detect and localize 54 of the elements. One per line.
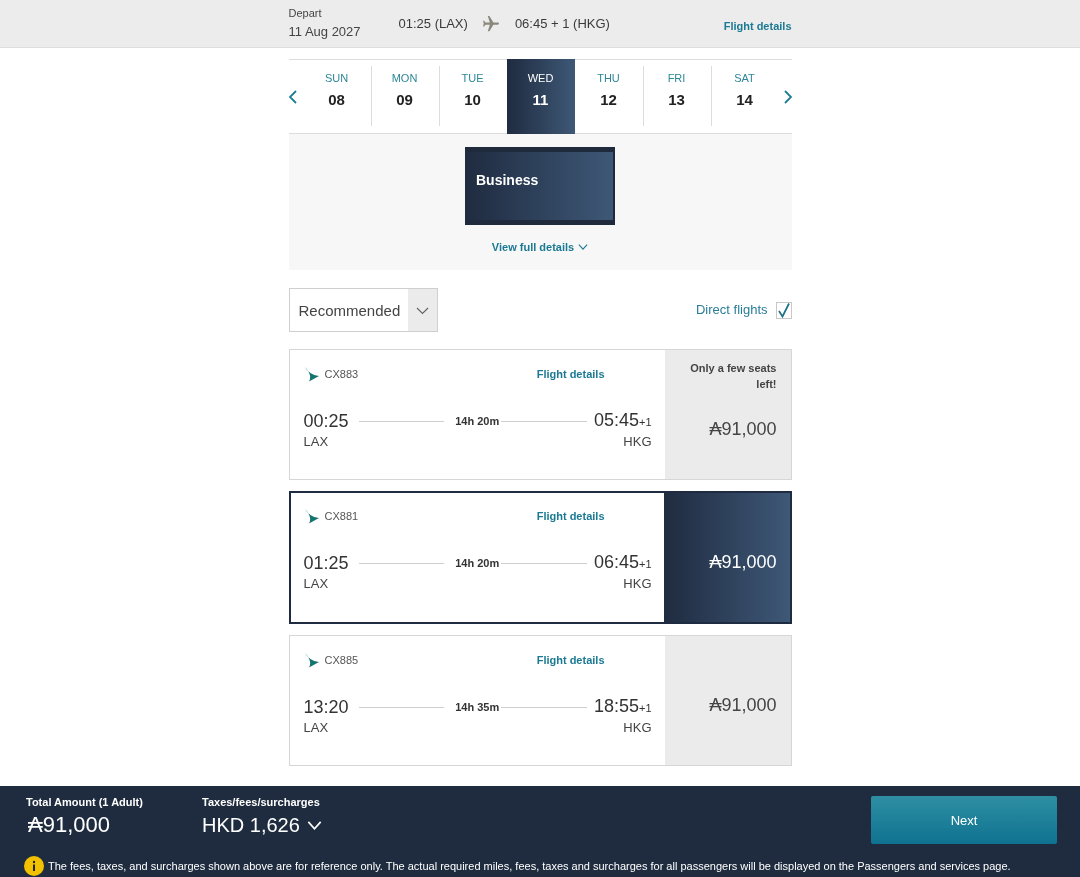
departure-time: 00:25 <box>303 410 349 432</box>
fare-price: ₳91,000 <box>709 550 777 573</box>
departure-time: 01:25 <box>303 552 349 574</box>
flight-number: CX885 <box>324 653 359 667</box>
fees-notice: The fees, taxes, and surcharges shown above are for reference only. The actual required miles, fees, taxes and surcharges for all passengers will be displayed on the Passengers and services page. <box>48 859 1011 873</box>
date-tab[interactable]: SUN 08 <box>302 60 371 133</box>
depart-label: Depart <box>288 6 323 20</box>
arrival-time: 18:55+1 <box>593 695 652 718</box>
origin-code: LAX <box>303 720 329 736</box>
seats-notice: Only a few seats left! <box>689 361 777 392</box>
origin-code: LAX <box>303 434 329 450</box>
date-tab[interactable]: THU 12 <box>574 60 643 133</box>
taxes-toggle[interactable]: HKD 1,626 <box>202 812 322 838</box>
cabin-option[interactable]: Business <box>465 147 615 225</box>
airplane-icon <box>482 15 499 32</box>
taxes-label: Taxes/fees/surcharges <box>202 795 320 809</box>
flight-number: CX881 <box>324 509 359 523</box>
caret-down-icon <box>578 244 589 250</box>
date-tab[interactable]: WED 11 <box>506 59 575 134</box>
chevron-right-icon[interactable] <box>783 89 792 104</box>
flight-duration: 14h 35m <box>455 701 500 713</box>
arrival-time: 06:45+1 <box>593 551 652 574</box>
departure-time: 13:20 <box>303 696 349 718</box>
sort-dropdown[interactable]: Recommended <box>288 288 438 332</box>
next-button[interactable]: Next <box>871 796 1057 844</box>
flight-duration: 14h 20m <box>455 557 500 569</box>
view-details-link[interactable]: View full details <box>491 240 589 254</box>
chevron-down-icon <box>407 289 437 331</box>
flight-card[interactable]: CX881 Flight details 01:25 14h 20m 06:45+1 LAX HKG ₳91,000 <box>288 491 792 624</box>
fare-price: ₳91,000 <box>709 417 777 440</box>
arrival-time: 06:45 + 1 (HKG) <box>514 15 610 32</box>
flight-duration: 14h 20m <box>455 415 500 427</box>
destination-code: HKG <box>623 576 652 592</box>
total-label: Total Amount (1 Adult) <box>26 795 144 809</box>
origin-code: LAX <box>303 576 329 592</box>
caret-down-icon <box>306 820 322 830</box>
destination-code: HKG <box>623 434 652 450</box>
flight-details-link[interactable]: Flight details <box>536 509 605 523</box>
direct-flights-label[interactable]: Direct flights <box>695 302 768 318</box>
flight-details-link[interactable]: Flight details <box>723 18 792 33</box>
flight-details-link[interactable]: Flight details <box>536 653 605 667</box>
departure-time: 01:25 (LAX) <box>398 15 468 32</box>
destination-code: HKG <box>623 720 652 736</box>
checkbox[interactable] <box>775 301 792 319</box>
flight-details-link[interactable]: Flight details <box>536 367 605 381</box>
chevron-left-icon[interactable] <box>288 89 297 104</box>
arrival-time: 05:45+1 <box>593 409 652 432</box>
fare-price: ₳91,000 <box>709 693 777 716</box>
total-amount: ₳91,000 <box>28 812 111 838</box>
info-icon <box>24 856 44 876</box>
flight-card[interactable]: CX885 Flight details 13:20 14h 35m 18:55+1 LAX HKG ₳91,000 <box>288 635 792 766</box>
flight-number: CX883 <box>324 367 359 381</box>
departure-date: 11 Aug 2027 <box>288 23 362 41</box>
flight-card[interactable]: CX883 Flight details 00:25 14h 20m 05:45+1 LAX HKG Only a few seats left! ₳91,000 <box>288 349 792 480</box>
